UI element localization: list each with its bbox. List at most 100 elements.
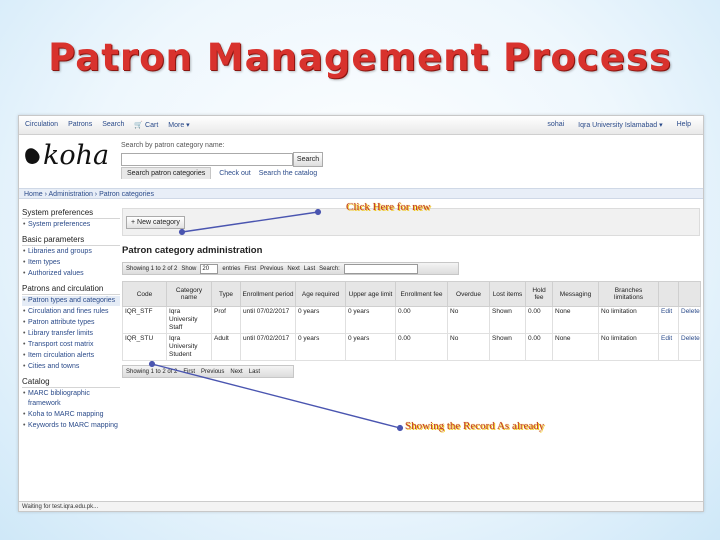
column-header — [678, 281, 701, 307]
column-header[interactable]: Lost items — [489, 281, 526, 307]
sidebar-section-catalog: Catalog — [22, 377, 120, 388]
page-title: Patron category administration — [122, 245, 263, 256]
entries-select[interactable]: 20 — [200, 263, 219, 274]
column-header[interactable]: Code — [122, 281, 167, 307]
browser-status-bar: Waiting for test.iqra.edu.pk... — [19, 501, 703, 511]
delete-link[interactable]: Delete — [678, 306, 701, 334]
next-page-button[interactable]: Next — [230, 369, 242, 375]
table-cell: Adult — [211, 333, 241, 361]
table-cell: No — [447, 306, 490, 334]
table-info: Showing 1 to 2 of 2 — [126, 265, 178, 272]
table-header-row: Code Category name Type Enrollment perio… — [122, 281, 701, 307]
sidebar-item-cities[interactable]: Cities and towns — [22, 362, 120, 372]
table-cell: None — [552, 333, 599, 361]
koha-logo-icon — [22, 145, 42, 166]
search-button[interactable]: Search — [293, 152, 323, 167]
nav-user[interactable]: sohai — [547, 121, 564, 129]
breadcrumb[interactable]: Home › Administration › Patron categorie… — [19, 188, 703, 199]
column-header[interactable]: Upper age limit — [345, 281, 396, 307]
sidebar-item-marc-framework[interactable]: MARC bibliographic framework — [22, 389, 120, 409]
search-label: Search by patron category name: — [121, 142, 225, 149]
nav-cart[interactable]: 🛒 Cart — [134, 121, 158, 129]
sidebar-item-patron-attributes[interactable]: Patron attribute types — [22, 318, 120, 328]
table-cell: Shown — [489, 306, 526, 334]
table-cell: Prof — [211, 306, 241, 334]
column-header[interactable]: Messaging — [552, 281, 599, 307]
nav-more[interactable]: More ▾ — [168, 121, 189, 129]
search-tabs: Search patron categories Check out Searc… — [121, 167, 317, 179]
patron-category-table: Code Category name Type Enrollment perio… — [122, 281, 701, 361]
admin-sidebar: System preferences System preferences Ba… — [22, 208, 120, 431]
sidebar-item-keywords-marc[interactable]: Keywords to MARC mapping — [22, 421, 120, 431]
column-header[interactable]: Category name — [166, 281, 212, 307]
column-header[interactable]: Enrollment fee — [395, 281, 448, 307]
sidebar-item-transfer-limits[interactable]: Library transfer limits — [22, 329, 120, 339]
table-search-label: Search: — [319, 265, 340, 272]
entries-label: entries — [222, 265, 241, 272]
table-search-input[interactable] — [343, 263, 418, 274]
table-cell: 0.00 — [395, 333, 448, 361]
nav-branch[interactable]: Iqra University Islamabad ▾ — [578, 121, 662, 129]
column-header[interactable]: Overdue — [447, 281, 490, 307]
first-page-button[interactable]: First — [244, 266, 256, 272]
last-page-button[interactable]: Last — [249, 369, 260, 375]
table-cell: 0 years — [295, 333, 346, 361]
table-cell: Iqra University Student — [166, 333, 212, 361]
table-cell: IQR_STF — [122, 306, 167, 334]
edit-link[interactable]: Edit — [658, 306, 679, 334]
new-category-button[interactable]: + New category — [126, 216, 185, 229]
table-cell: until 07/02/2017 — [240, 306, 296, 334]
table-info-bottom: Showing 1 to 2 of 2 — [126, 368, 178, 375]
table-cell: Shown — [489, 333, 526, 361]
table-cell: None — [552, 306, 599, 334]
sidebar-item-transport-cost[interactable]: Transport cost matrix — [22, 340, 120, 350]
top-navbar: Circulation Patrons Search 🛒 Cart More ▾… — [19, 116, 703, 135]
column-header[interactable]: Hold fee — [525, 281, 553, 307]
sidebar-item-authorized-values[interactable]: Authorized values — [22, 269, 120, 279]
previous-page-button[interactable]: Previous — [201, 369, 224, 375]
tab-search-patron-categories[interactable]: Search patron categories — [121, 167, 212, 179]
previous-page-button[interactable]: Previous — [260, 266, 283, 272]
first-page-button[interactable]: First — [183, 369, 195, 375]
next-page-button[interactable]: Next — [287, 266, 299, 272]
sidebar-item-circulation-alerts[interactable]: Item circulation alerts — [22, 351, 120, 361]
search-input[interactable] — [121, 153, 293, 166]
sidebar-item-system-preferences[interactable]: System preferences — [22, 220, 120, 230]
column-header[interactable]: Type — [211, 281, 241, 307]
sidebar-item-circulation-rules[interactable]: Circulation and fines rules — [22, 307, 120, 317]
table-cell: 0.00 — [525, 306, 553, 334]
table-cell: No limitation — [598, 306, 659, 334]
nav-circulation[interactable]: Circulation — [25, 121, 58, 129]
table-controls-top: Showing 1 to 2 of 2 Show 20 entries Firs… — [122, 262, 459, 275]
nav-search[interactable]: Search — [102, 121, 124, 129]
nav-help[interactable]: Help — [677, 121, 691, 129]
show-label: Show — [181, 265, 197, 272]
sidebar-item-item-types[interactable]: Item types — [22, 258, 120, 268]
column-header[interactable]: Age required — [295, 281, 346, 307]
column-header[interactable]: Branches limitations — [598, 281, 659, 307]
tab-check-out[interactable]: Check out — [219, 170, 251, 179]
koha-logo[interactable]: koha — [22, 140, 109, 171]
table-cell: 0.00 — [395, 306, 448, 334]
tab-search-catalog[interactable]: Search the catalog — [259, 170, 317, 179]
sidebar-item-koha-marc-mapping[interactable]: Koha to MARC mapping — [22, 410, 120, 420]
table-cell: 0.00 — [525, 333, 553, 361]
table-row: IQR_STF Iqra University Staff Prof until… — [122, 306, 701, 334]
last-page-button[interactable]: Last — [304, 266, 315, 272]
column-header[interactable]: Enrollment period — [240, 281, 296, 307]
delete-link[interactable]: Delete — [678, 333, 701, 361]
column-header — [658, 281, 679, 307]
slide-title: Patron Management Process — [48, 36, 672, 79]
koha-screenshot: Circulation Patrons Search 🛒 Cart More ▾… — [18, 115, 704, 512]
table-row: IQR_STU Iqra University Student Adult un… — [122, 333, 701, 361]
sidebar-section-basic: Basic parameters — [22, 235, 120, 246]
sidebar-item-patron-types[interactable]: Patron types and categories — [22, 296, 120, 306]
edit-link[interactable]: Edit — [658, 333, 679, 361]
sidebar-section-system: System preferences — [22, 208, 120, 219]
table-cell: until 07/02/2017 — [240, 333, 296, 361]
sidebar-item-libraries[interactable]: Libraries and groups — [22, 247, 120, 257]
nav-patrons[interactable]: Patrons — [68, 121, 92, 129]
table-cell: Iqra University Staff — [166, 306, 212, 334]
table-cell: 0 years — [345, 306, 396, 334]
table-cell: 0 years — [345, 333, 396, 361]
